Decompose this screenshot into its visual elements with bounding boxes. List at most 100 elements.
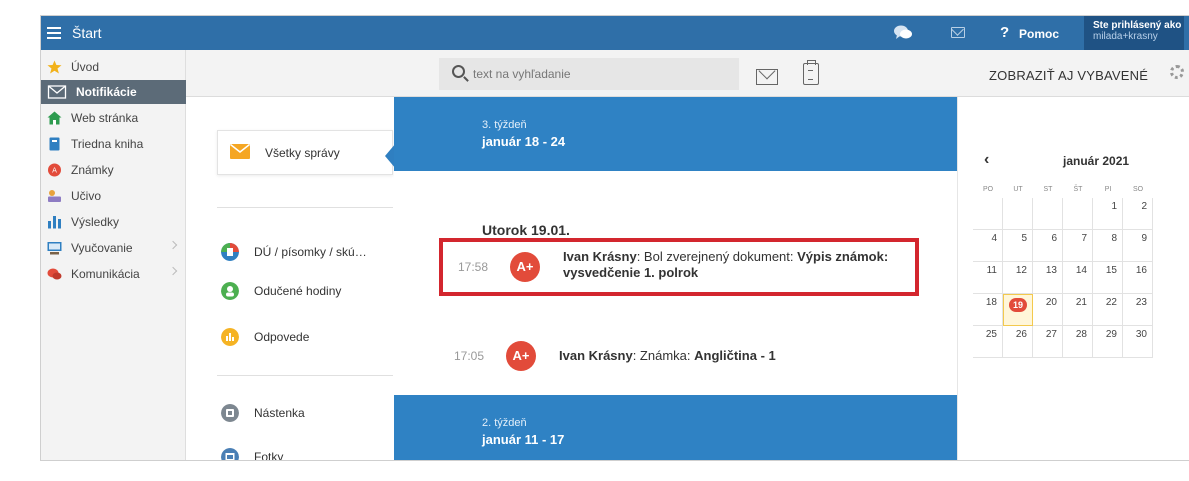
calendar-day-today[interactable]: 19: [1003, 294, 1033, 326]
help-link[interactable]: Pomoc: [1019, 27, 1059, 41]
folder-divider: [217, 207, 393, 208]
folder-label: Nástenka: [254, 406, 305, 420]
sidebar-item-label: Triedna kniha: [71, 137, 144, 151]
message-body: : Bol zverejnený dokument:: [636, 249, 798, 264]
sidebar-item-vyucovanie[interactable]: Vyučovanie: [41, 236, 186, 260]
calendar-day[interactable]: 1: [1093, 198, 1123, 230]
calendar-day[interactable]: 18: [973, 294, 1003, 326]
app-frame: Štart ? Pomoc Ste prihlásený ako milada+…: [40, 15, 1189, 461]
menu-icon[interactable]: [47, 27, 61, 39]
calendar-day[interactable]: 13: [1033, 262, 1063, 294]
username: milada+krasny: [1093, 31, 1158, 42]
sidebar-item-ucivo[interactable]: Učivo: [41, 184, 186, 208]
folder-label: Odpovede: [254, 330, 310, 344]
sidebar-item-komunikacia[interactable]: Komunikácia: [41, 262, 186, 286]
folder-homework[interactable]: DÚ / písomky / skú…: [217, 237, 393, 267]
calendar-weekday: SO: [1132, 186, 1144, 193]
search-box: [439, 58, 739, 90]
calendar-day: [1063, 198, 1093, 230]
folder-label: DÚ / písomky / skú…: [254, 245, 367, 259]
calendar-day[interactable]: 26: [1003, 326, 1033, 358]
calendar-day[interactable]: 14: [1063, 262, 1093, 294]
week-range: január 11 - 17: [482, 432, 565, 447]
classroom-icon: [47, 242, 62, 255]
calendar-day[interactable]: 27: [1033, 326, 1063, 358]
folder-label: Odučené hodiny: [254, 284, 342, 298]
calendar-day[interactable]: 11: [973, 262, 1003, 294]
gear-icon[interactable]: [1170, 65, 1184, 79]
calendar-prev-button[interactable]: ‹: [984, 151, 989, 169]
calendar: ‹ január 2021 PO UT ST ŠT PI SO 1 2 4 5 6 7 8 9 11 12 13…: [957, 97, 1189, 460]
calendar-day[interactable]: 23: [1123, 294, 1153, 326]
sidebar-item-vysledky[interactable]: Výsledky: [41, 210, 186, 234]
sidebar-item-notifikacie[interactable]: Notifikácie: [41, 80, 186, 104]
calendar-day[interactable]: 21: [1063, 294, 1093, 326]
folder-all-messages[interactable]: Všetky správy: [217, 130, 393, 175]
calendar-day[interactable]: 28: [1063, 326, 1093, 358]
calendar-day[interactable]: 6: [1033, 230, 1063, 262]
calendar-day[interactable]: 7: [1063, 230, 1093, 262]
week-number: 3. týždeň: [482, 119, 527, 131]
grades-icon: A: [48, 163, 61, 177]
sidebar-item-label: Komunikácia: [71, 267, 140, 281]
search-input[interactable]: [473, 64, 723, 84]
sidebar-item-label: Vyučovanie: [71, 241, 133, 255]
mail-icon[interactable]: [951, 27, 965, 38]
envelope-icon: [47, 85, 67, 99]
calendar-month-title: január 2021: [1063, 154, 1130, 168]
chat-icon[interactable]: [893, 24, 913, 42]
help-icon[interactable]: ?: [1000, 24, 1009, 41]
calendar-day[interactable]: 8: [1093, 230, 1123, 262]
today-badge: 19: [1009, 298, 1027, 312]
book-icon: [49, 137, 60, 151]
photos-icon: [221, 448, 239, 460]
search-icon[interactable]: [452, 65, 465, 78]
calendar-day[interactable]: 29: [1093, 326, 1123, 358]
answers-icon: [221, 328, 239, 346]
grade-avatar-icon: A+: [510, 252, 540, 282]
message-item[interactable]: 17:05 A+ Ivan Krásny: Známka: Angličtina…: [439, 327, 919, 385]
calendar-day[interactable]: 15: [1093, 262, 1123, 294]
sidebar-item-label: Notifikácie: [76, 85, 137, 99]
sidebar-item-znamky[interactable]: A Známky: [41, 158, 186, 182]
sidebar-item-triedna-kniha[interactable]: Triedna kniha: [41, 132, 186, 156]
user-info[interactable]: Ste prihlásený ako milada+krasny: [1084, 16, 1184, 50]
calendar-day[interactable]: 20: [1033, 294, 1063, 326]
grade-avatar-icon: A+: [506, 341, 536, 371]
sidebar-item-label: Úvod: [71, 60, 100, 74]
calendar-weekday: PO: [982, 186, 994, 193]
sidebar-item-uvod[interactable]: Úvod: [41, 55, 186, 79]
clipboard-icon[interactable]: [803, 60, 819, 85]
calendar-day[interactable]: 2: [1123, 198, 1153, 230]
folder-photos[interactable]: Fotky: [217, 442, 393, 460]
calendar-day[interactable]: 5: [1003, 230, 1033, 262]
calendar-day[interactable]: 30: [1123, 326, 1153, 358]
calendar-day[interactable]: 12: [1003, 262, 1033, 294]
sidebar: Úvod Notifikácie Web stránka Triedna kni…: [41, 50, 186, 460]
week-range: január 18 - 24: [482, 134, 566, 149]
message-item[interactable]: 17:58 A+ Ivan Krásny: Bol zverejnený dok…: [439, 238, 919, 296]
calendar-day[interactable]: 4: [973, 230, 1003, 262]
compose-message-icon[interactable]: [756, 69, 778, 85]
sidebar-item-label: Web stránka: [71, 111, 139, 125]
homework-icon: [221, 243, 239, 261]
calendar-day[interactable]: 16: [1123, 262, 1153, 294]
calendar-day[interactable]: 22: [1093, 294, 1123, 326]
logged-in-as-label: Ste prihlásený ako: [1093, 20, 1182, 31]
calendar-day: [973, 198, 1003, 230]
show-resolved-toggle[interactable]: ZOBRAZIŤ AJ VYBAVENÉ: [989, 68, 1148, 83]
message-body: : Známka:: [632, 348, 695, 363]
week-number: 2. týždeň: [482, 417, 527, 429]
folder-board[interactable]: Nástenka: [217, 398, 393, 428]
calendar-day[interactable]: 9: [1123, 230, 1153, 262]
svg-text:A: A: [52, 167, 57, 175]
calendar-day: [1033, 198, 1063, 230]
sidebar-item-web-stranka[interactable]: Web stránka: [41, 106, 186, 130]
start-menu-label[interactable]: Štart: [72, 25, 102, 41]
calendar-day[interactable]: 25: [973, 326, 1003, 358]
folder-lessons[interactable]: Odučené hodiny: [217, 276, 393, 306]
star-icon: [47, 60, 62, 74]
folder-answers[interactable]: Odpovede: [217, 322, 393, 352]
chevron-right-icon: [168, 240, 178, 250]
calendar-weekday: PI: [1104, 186, 1112, 193]
